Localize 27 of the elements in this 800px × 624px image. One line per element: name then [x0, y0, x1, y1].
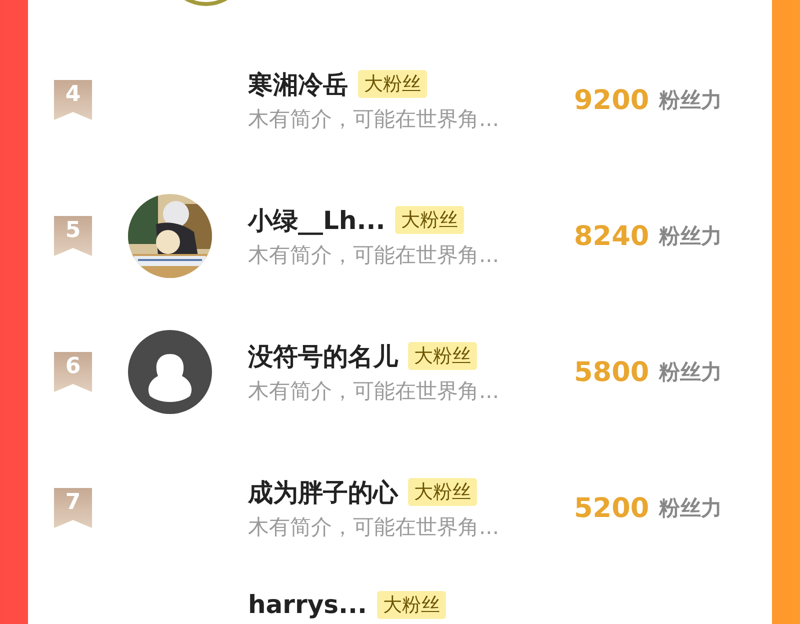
user-name: 没符号的名儿 — [248, 340, 398, 372]
score-unit: 粉丝力 — [659, 359, 722, 386]
score-unit: 粉丝力 — [659, 495, 722, 522]
fan-tag: 大粉丝 — [408, 478, 477, 506]
rank-badge: 7 — [54, 488, 92, 528]
fan-score: 5800 — [574, 356, 650, 388]
fan-tag: 大粉丝 — [395, 206, 464, 234]
score-unit: 粉丝力 — [659, 87, 722, 114]
fan-tag: 大粉丝 — [358, 70, 427, 98]
user-bio: 木有简介，可能在世界角... — [248, 514, 500, 540]
default-avatar-icon — [128, 330, 212, 414]
fan-score: 5200 — [574, 492, 650, 524]
score-unit: 粉丝力 — [659, 223, 722, 250]
user-bio: 木有简介，可能在世界角... — [248, 378, 500, 404]
user-bio: 木有简介，可能在世界角... — [248, 106, 500, 132]
user-name: harrys... — [248, 590, 367, 619]
user-name: 寒湘冷岳 — [248, 68, 348, 100]
user-name: 小绿__Lh... — [248, 204, 386, 236]
rank-badge: 5 — [54, 216, 92, 256]
rank-badge: 4 — [54, 80, 92, 120]
fan-score: 9200 — [574, 84, 650, 116]
user-bio: 木有简介，可能在世界角... — [248, 242, 500, 268]
fan-tag: 大粉丝 — [408, 342, 477, 370]
rank-badge: 6 — [54, 352, 92, 392]
user-name: 成为胖子的心 — [248, 476, 398, 508]
fan-score: 8240 — [574, 220, 650, 252]
fan-tag: 大粉丝 — [377, 590, 446, 618]
